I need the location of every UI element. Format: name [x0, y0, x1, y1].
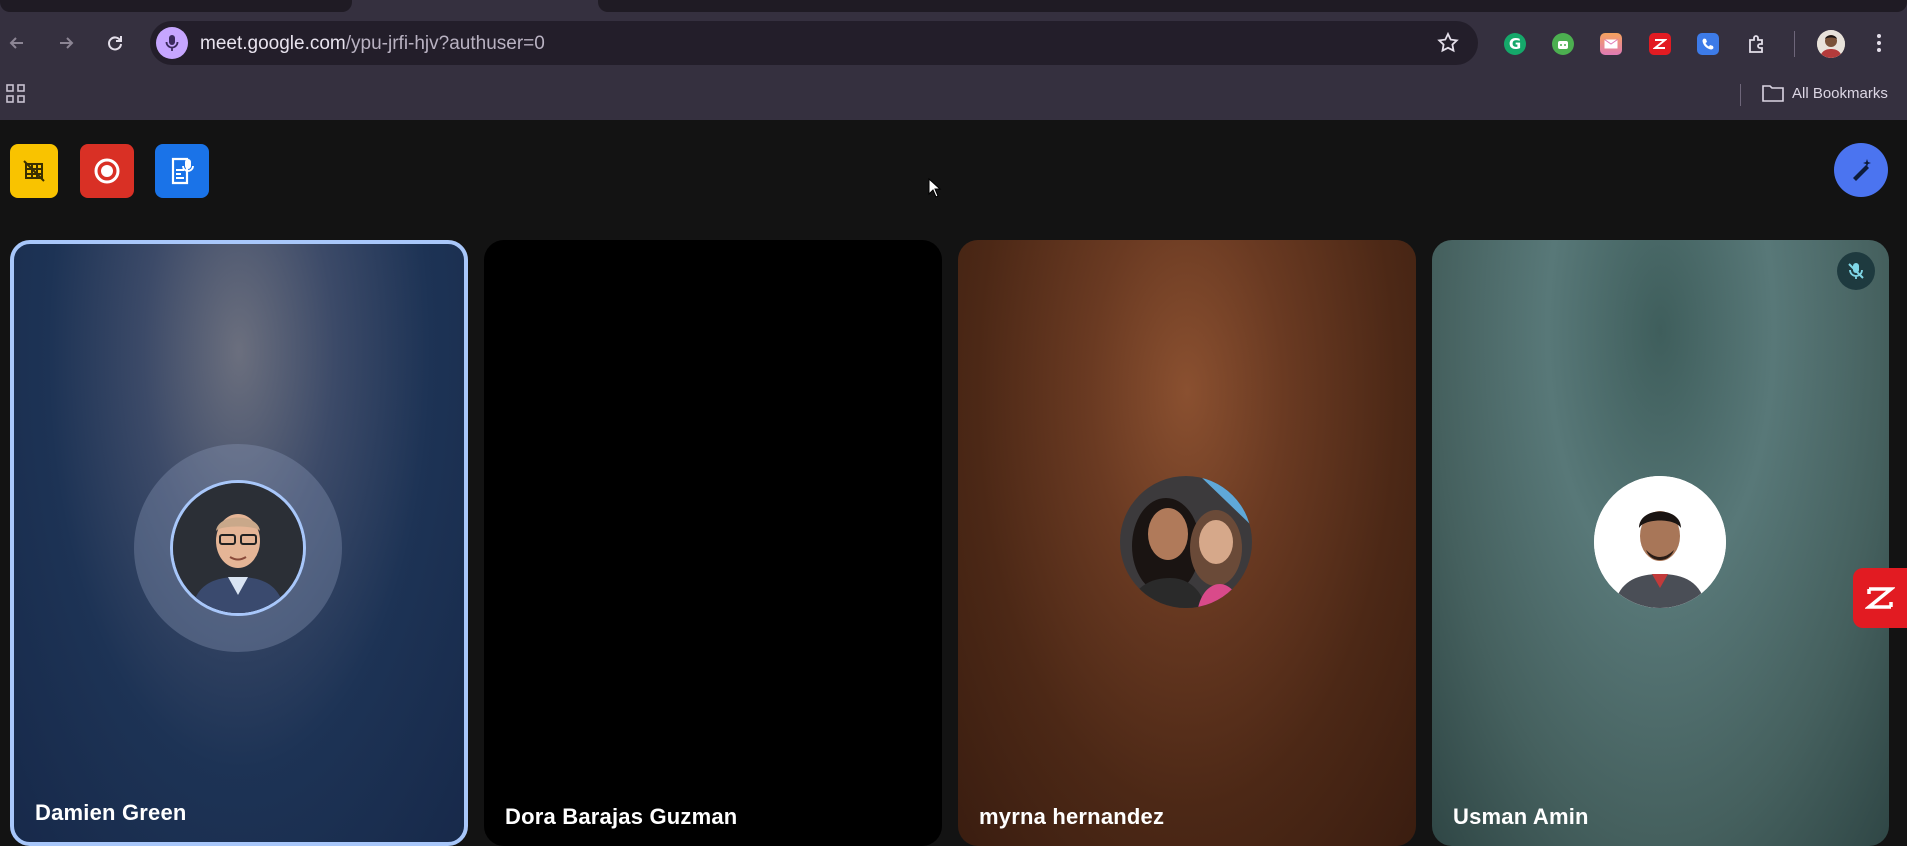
meet-stage: Damien Green Dora Barajas Guzman myrna h…	[0, 120, 1907, 846]
more-vert-icon	[1877, 34, 1881, 52]
participant-tile-usman-amin[interactable]: Usman Amin	[1432, 240, 1889, 846]
bookmark-star-icon[interactable]	[1436, 31, 1460, 60]
participant-tile-myrna-hernandez[interactable]: myrna hernandez	[958, 240, 1416, 846]
back-arrow-icon	[9, 37, 23, 49]
all-bookmarks-label: All Bookmarks	[1792, 84, 1888, 102]
menu-button[interactable]	[1864, 28, 1894, 58]
forward-button[interactable]	[51, 28, 81, 58]
participant-tile-dora-barajas-guzman[interactable]: Dora Barajas Guzman	[484, 240, 942, 846]
android-extension-icon[interactable]	[1552, 33, 1574, 55]
zoho-side-tab[interactable]	[1853, 568, 1907, 628]
participant-tile-damien-green[interactable]: Damien Green	[10, 240, 468, 846]
folder-icon	[1762, 85, 1784, 102]
grid-off-icon	[23, 160, 45, 182]
transcript-icon	[171, 157, 194, 185]
mouse-cursor-icon	[928, 177, 942, 203]
record-button[interactable]	[80, 144, 134, 198]
all-bookmarks-button[interactable]: All Bookmarks	[1762, 84, 1888, 102]
browser-tab[interactable]	[0, 0, 352, 12]
browser-toolbar: meet.google.com/ypu-jrfi-hjv?authuser=0 …	[0, 12, 1907, 74]
phone-extension-icon[interactable]	[1697, 33, 1719, 55]
url-path: /ypu-jrfi-hjv?authuser=0	[345, 33, 545, 54]
address-bar[interactable]: meet.google.com/ypu-jrfi-hjv?authuser=0	[150, 21, 1478, 65]
zoho-extension-icon[interactable]	[1649, 33, 1671, 55]
participant-name: Damien Green	[35, 800, 187, 825]
magic-pen-icon	[1853, 159, 1871, 181]
no-video-grid-button[interactable]	[10, 144, 58, 198]
bookmarks-divider	[1740, 84, 1741, 106]
mail-extension-icon[interactable]	[1600, 33, 1622, 55]
back-button[interactable]	[2, 28, 32, 58]
profile-avatar[interactable]	[1817, 30, 1845, 58]
participant-name: myrna hernandez	[979, 804, 1165, 829]
forward-arrow-icon	[60, 37, 74, 49]
url-host: meet.google.com	[200, 33, 346, 54]
participant-avatar	[170, 480, 306, 616]
participant-avatar	[1120, 476, 1252, 608]
voice-search-icon[interactable]	[156, 27, 188, 59]
zoho-icon	[1865, 587, 1895, 609]
participant-name: Dora Barajas Guzman	[505, 804, 738, 829]
transcript-button[interactable]	[155, 144, 209, 198]
puzzle-icon[interactable]	[1746, 33, 1768, 55]
reload-button[interactable]	[100, 28, 130, 58]
effects-button[interactable]	[1834, 143, 1888, 197]
apps-grid-icon[interactable]	[6, 84, 26, 109]
record-icon	[94, 158, 120, 184]
mic-muted-icon	[1837, 252, 1875, 290]
grammarly-icon[interactable]: G	[1504, 33, 1526, 55]
browser-tab[interactable]	[598, 0, 1907, 12]
tab-strip	[0, 0, 1907, 12]
participant-name: Usman Amin	[1453, 804, 1589, 829]
reload-icon	[108, 36, 122, 51]
url-text[interactable]: meet.google.com/ypu-jrfi-hjv?authuser=0	[200, 33, 545, 55]
participant-avatar	[1594, 476, 1726, 608]
toolbar-divider	[1794, 31, 1795, 57]
bookmarks-bar: All Bookmarks	[0, 74, 1907, 120]
